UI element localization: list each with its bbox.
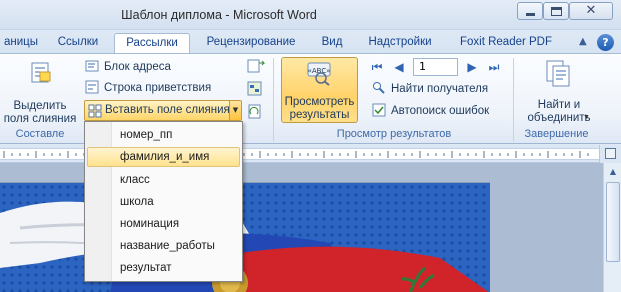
close-button[interactable]: ✕ xyxy=(569,2,613,20)
merge-field-item[interactable]: фамилия_и_имя xyxy=(87,147,240,167)
help-button[interactable]: ? xyxy=(597,34,614,51)
minimize-button[interactable] xyxy=(517,2,543,20)
merge-field-item[interactable]: номер_пп xyxy=(87,125,240,145)
highlight-merge-fields-button[interactable]: Выделить поля слияния xyxy=(2,58,78,125)
auto-check-errors-button[interactable]: Автопоиск ошибок xyxy=(372,102,489,121)
previous-record-icon[interactable]: ◀ xyxy=(393,59,405,75)
ribbon-tab-bar: аницы Ссылки Рассылки Рецензирование Вид… xyxy=(0,30,621,55)
first-record-icon[interactable]: ⏮ xyxy=(371,59,383,75)
compose-group-label: Составле xyxy=(15,128,65,140)
update-labels-icon[interactable] xyxy=(247,104,263,120)
tab-references[interactable]: Ссылки xyxy=(50,33,106,54)
finish-group-label: Завершение xyxy=(524,128,589,140)
chevron-down-icon: ▼ xyxy=(583,114,590,121)
finish-merge-icon xyxy=(546,60,570,87)
merge-field-item[interactable]: номинация xyxy=(87,214,240,234)
tab-foxit-reader-pdf[interactable]: Foxit Reader PDF xyxy=(449,33,563,54)
scroll-up-icon[interactable]: ▲ xyxy=(606,165,620,179)
chevron-down-icon[interactable]: ▼ xyxy=(229,101,241,120)
address-block-button[interactable]: Блок адреса xyxy=(85,58,171,77)
preview-group-label: Просмотр результатов xyxy=(336,128,452,140)
scroll-thumb[interactable] xyxy=(606,182,620,262)
maximize-icon xyxy=(551,7,562,16)
merge-field-item[interactable]: класс xyxy=(87,170,240,190)
merge-field-item[interactable]: школа xyxy=(87,192,240,212)
address-block-icon xyxy=(85,60,99,72)
find-recipient-icon xyxy=(373,82,385,94)
greeting-line-button[interactable]: Строка приветствия xyxy=(85,79,211,98)
merge-field-item[interactable]: результат xyxy=(87,258,240,278)
insert-merge-field-button[interactable]: Вставить поле слияния ▼ xyxy=(84,100,242,121)
insert-merge-field-icon xyxy=(88,104,102,118)
tab-view[interactable]: Вид xyxy=(313,33,351,54)
greeting-line-label: Строка приветствия xyxy=(104,82,212,94)
next-record-icon[interactable]: ▶ xyxy=(466,59,478,75)
ribbon-collapse-icon[interactable]: ▲ xyxy=(579,36,587,47)
address-block-label: Блок адреса xyxy=(104,61,171,73)
tab-review[interactable]: Рецензирование xyxy=(197,33,305,54)
auto-check-label: Автопоиск ошибок xyxy=(391,105,490,117)
greeting-line-icon xyxy=(85,80,99,94)
ruler-toggle-icon xyxy=(605,148,616,159)
preview-results-label: Просмотреть результаты xyxy=(284,96,355,121)
group-separator xyxy=(273,58,274,142)
window-title: Шаблон диплома - Microsoft Word xyxy=(121,8,317,22)
view-ruler-button[interactable] xyxy=(599,145,621,163)
preview-results-button[interactable]: «ABC» Просмотреть результаты xyxy=(281,57,358,123)
highlight-fields-icon xyxy=(31,62,51,83)
close-icon: ✕ xyxy=(585,3,597,18)
record-number-input[interactable]: 1 xyxy=(413,58,458,76)
tab-addins[interactable]: Надстройки xyxy=(360,33,440,54)
find-recipient-button[interactable]: Найти получателя xyxy=(372,80,488,99)
insert-merge-field-label: Вставить поле слияния xyxy=(105,104,230,116)
merge-field-item[interactable]: название_работы xyxy=(87,236,240,256)
preview-results-icon: «ABC» xyxy=(307,62,331,86)
maximize-button[interactable] xyxy=(543,2,569,20)
minimize-icon xyxy=(526,13,535,16)
rules-icon[interactable] xyxy=(247,58,267,74)
find-recipient-label: Найти получателя xyxy=(391,83,489,95)
merge-fields-dropdown: номер_пп фамилия_и_имя класс школа номин… xyxy=(84,121,243,282)
tab-page-layout[interactable]: аницы xyxy=(0,33,42,54)
highlight-merge-fields-label: Выделить поля слияния xyxy=(3,100,77,125)
vertical-scrollbar[interactable]: ▲ xyxy=(603,163,621,292)
diploma-background-image xyxy=(0,183,490,292)
match-fields-icon[interactable] xyxy=(247,81,263,97)
tab-mailings[interactable]: Рассылки xyxy=(114,33,190,55)
finish-and-merge-button[interactable]: Найти и объединить ▼ xyxy=(520,58,598,124)
document-page[interactable] xyxy=(0,182,490,292)
auto-check-icon xyxy=(372,103,386,117)
last-record-icon[interactable]: ⏭ xyxy=(488,59,500,75)
title-bar: Шаблон диплома - Microsoft Word ✕ xyxy=(0,0,621,30)
